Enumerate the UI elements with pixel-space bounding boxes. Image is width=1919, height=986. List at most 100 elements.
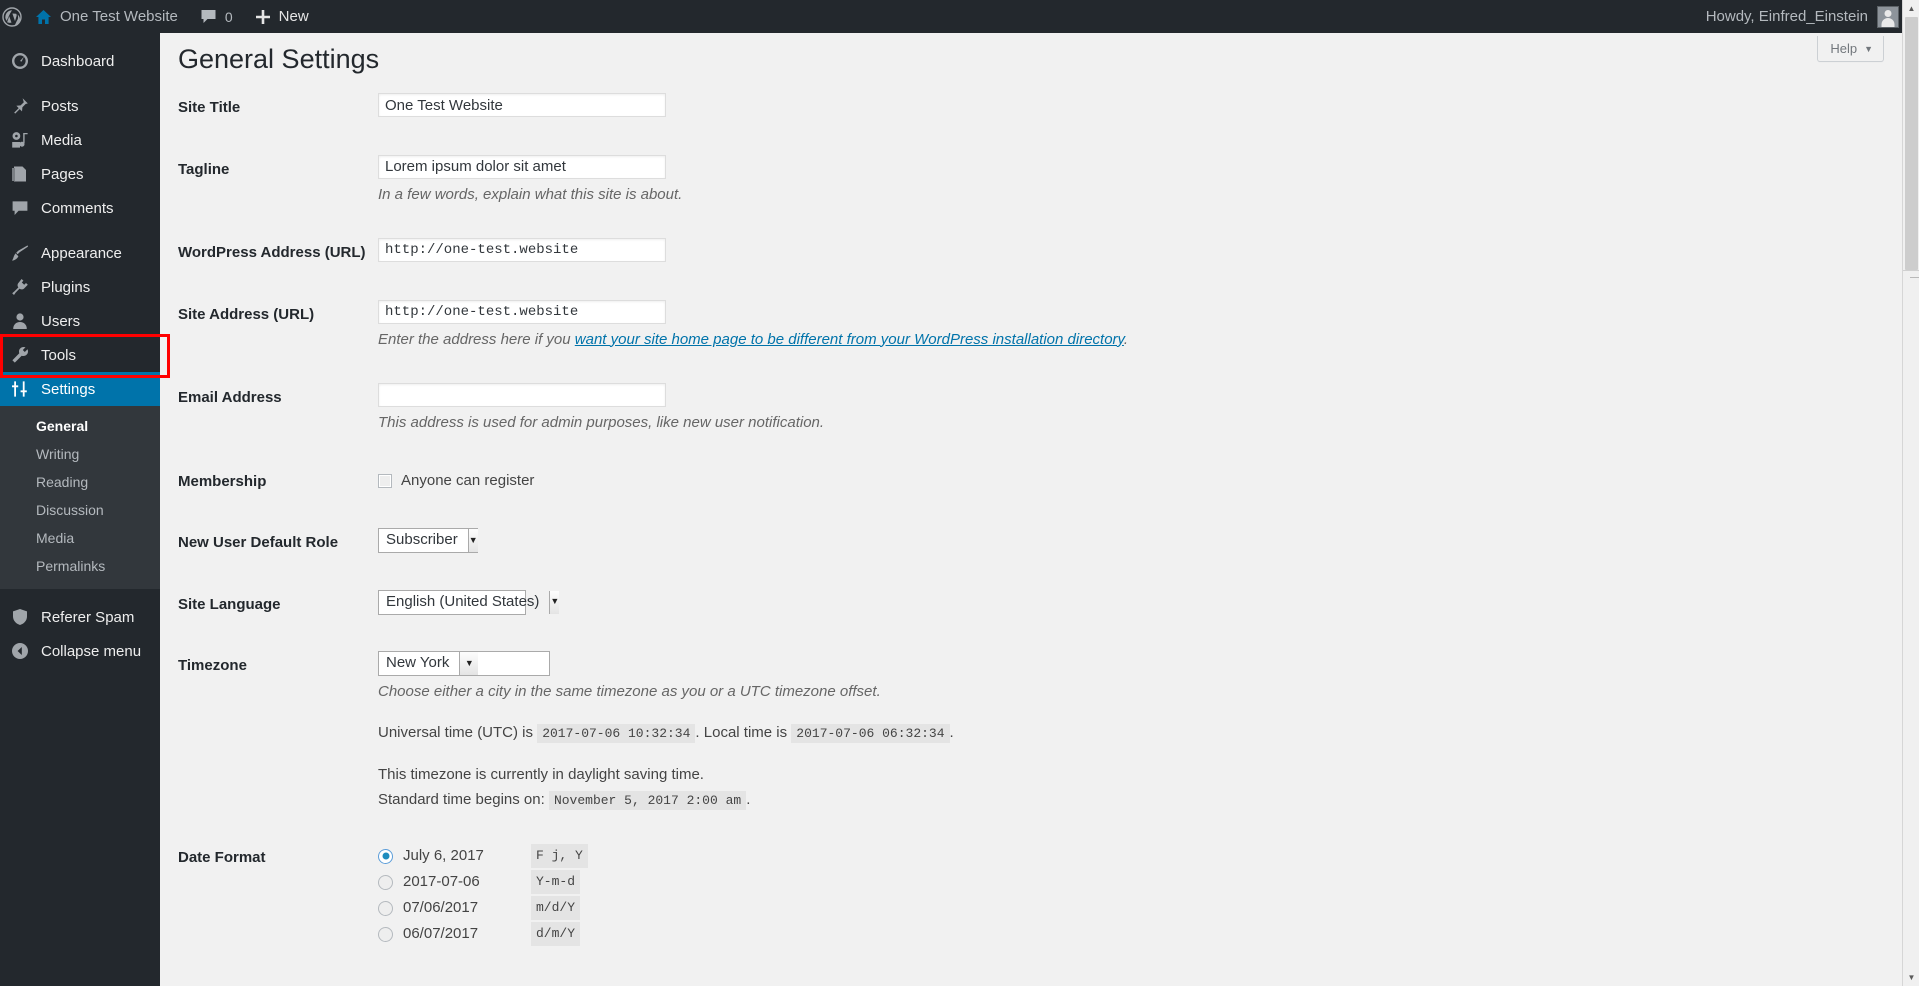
date-format-radio-1[interactable] — [378, 875, 393, 890]
scroll-up-arrow-icon[interactable]: ▲ — [1903, 0, 1919, 17]
user-icon — [10, 311, 30, 331]
date-format-option: 2017-07-06 Y-m-d — [378, 869, 1268, 895]
sidebar-item-media[interactable]: Media — [0, 123, 160, 157]
date-format-example-0: July 6, 2017 — [403, 845, 521, 868]
comments-count: 0 — [225, 9, 233, 25]
anyone-can-register-checkbox[interactable] — [378, 474, 392, 488]
scroll-down-arrow-icon[interactable]: ▼ — [1903, 969, 1919, 986]
site-title-label: Site Title — [178, 77, 378, 139]
sidebar-label: Dashboard — [41, 54, 114, 69]
sidebar-label: Tools — [41, 348, 76, 363]
row-site-language: Site Language English (United States) ▼ — [178, 574, 1278, 636]
date-format-radio-3[interactable] — [378, 927, 393, 942]
chevron-down-icon: ▼ — [1864, 44, 1873, 54]
site-language-label: Site Language — [178, 574, 378, 636]
utc-prefix: Universal time (UTC) is — [378, 724, 533, 741]
email-address-input[interactable] — [378, 383, 666, 407]
date-format-radio-2[interactable] — [378, 901, 393, 916]
sidebar-label: Users — [41, 314, 80, 329]
sidebar-label: Comments — [41, 201, 114, 216]
new-user-default-role-label: New User Default Role — [178, 512, 378, 574]
date-format-radio-0[interactable] — [378, 849, 393, 864]
chevron-down-icon: ▼ — [459, 652, 478, 675]
avatar[interactable] — [1877, 6, 1899, 28]
page-icon — [10, 164, 30, 184]
wordpress-address-input[interactable] — [378, 238, 666, 262]
sidebar-item-media-settings[interactable]: Media — [0, 524, 160, 552]
sidebar-label: Settings — [41, 382, 95, 397]
timezone-label: Timezone — [178, 635, 378, 827]
tagline-description: In a few words, explain what this site i… — [378, 184, 1268, 207]
general-settings-form: Site Title Tagline In a few words, expla… — [160, 77, 1906, 963]
site-address-label: Site Address (URL) — [178, 284, 378, 368]
anyone-can-register-label: Anyone can register — [401, 470, 534, 493]
new-user-default-role-value: Subscriber — [379, 529, 468, 552]
sidebar-label: Plugins — [41, 280, 90, 295]
date-format-option: 07/06/2017 m/d/Y — [378, 895, 1268, 921]
sidebar-item-reading[interactable]: Reading — [0, 468, 160, 496]
row-timezone: Timezone New York ▼ Choose either a city… — [178, 635, 1278, 827]
sidebar-item-posts[interactable]: Posts — [0, 89, 160, 123]
date-format-option: July 6, 2017 F j, Y — [378, 843, 1268, 869]
sidebar-item-comments[interactable]: Comments — [0, 191, 160, 225]
site-title-input[interactable] — [378, 93, 666, 117]
date-format-option: 06/07/2017 d/m/Y — [378, 921, 1268, 947]
email-address-description: This address is used for admin purposes,… — [378, 412, 1268, 435]
menu-spacer — [0, 589, 160, 600]
sidebar-item-general[interactable]: General — [0, 412, 160, 440]
membership-check-row: Anyone can register — [378, 467, 1268, 493]
standard-prefix: Standard time begins on: — [378, 791, 545, 808]
row-membership: Membership Anyone can register — [178, 451, 1278, 513]
site-name-menu[interactable]: One Test Website — [24, 0, 189, 33]
comments-menu[interactable]: 0 — [189, 0, 244, 33]
date-format-example-1: 2017-07-06 — [403, 871, 521, 894]
new-user-default-role-select[interactable]: Subscriber ▼ — [378, 528, 478, 553]
sidebar-item-discussion[interactable]: Discussion — [0, 496, 160, 524]
wordpress-logo-icon — [2, 7, 22, 27]
sidebar-item-referer-spam[interactable]: Referer Spam — [0, 600, 160, 634]
collapse-menu-label: Collapse menu — [41, 644, 141, 659]
sidebar-item-users[interactable]: Users — [0, 304, 160, 338]
sidebar-label: Pages — [41, 167, 84, 182]
admin-bar: One Test Website 0 New Howdy, Einfred_Ei… — [0, 0, 1919, 33]
tagline-input[interactable] — [378, 155, 666, 179]
sidebar-item-permalinks[interactable]: Permalinks — [0, 552, 160, 580]
collapse-arrow-icon — [10, 641, 30, 661]
timezone-select[interactable]: New York ▼ — [378, 651, 550, 676]
site-address-input[interactable] — [378, 300, 666, 324]
settings-sliders-icon — [10, 379, 30, 399]
timezone-description: Choose either a city in the same timezon… — [378, 681, 1268, 704]
new-content-menu[interactable]: New — [244, 0, 320, 33]
sidebar-item-settings[interactable]: Settings — [0, 372, 160, 406]
site-name-label: One Test Website — [60, 8, 178, 25]
wrench-icon — [10, 345, 30, 365]
date-format-code-3: d/m/Y — [531, 922, 580, 946]
row-date-format: Date Format July 6, 2017 F j, Y 2017-07-… — [178, 827, 1278, 963]
row-tagline: Tagline In a few words, explain what thi… — [178, 139, 1278, 223]
dashboard-icon — [10, 51, 30, 71]
help-button[interactable]: Help ▼ — [1817, 36, 1884, 62]
howdy-label[interactable]: Howdy, Einfred_Einstein — [1706, 8, 1868, 25]
settings-submenu: General Writing Reading Discussion Media… — [0, 406, 160, 589]
sidebar-item-appearance[interactable]: Appearance — [0, 236, 160, 270]
site-language-select[interactable]: English (United States) ▼ — [378, 590, 526, 615]
row-email-address: Email Address This address is used for a… — [178, 367, 1278, 451]
comment-bubble-icon — [200, 9, 217, 24]
sidebar-item-tools[interactable]: Tools — [0, 338, 160, 372]
new-label: New — [279, 8, 309, 25]
collapse-menu-button[interactable]: Collapse menu — [0, 634, 160, 668]
wordpress-logo-menu[interactable] — [0, 0, 24, 33]
date-format-code-2: m/d/Y — [531, 896, 580, 920]
page-scrollbar[interactable]: ▲ ▼ — [1902, 0, 1919, 986]
sidebar-item-dashboard[interactable]: Dashboard — [0, 44, 160, 78]
sidebar-item-plugins[interactable]: Plugins — [0, 270, 160, 304]
installation-directory-link[interactable]: want your site home page to be different… — [575, 331, 1124, 348]
sidebar-label: Appearance — [41, 246, 122, 261]
sidebar-item-pages[interactable]: Pages — [0, 157, 160, 191]
email-address-label: Email Address — [178, 367, 378, 451]
scrollbar-thumb[interactable] — [1905, 17, 1918, 270]
help-tab-wrap: Help ▼ — [1817, 36, 1884, 62]
wordpress-address-label: WordPress Address (URL) — [178, 222, 378, 284]
sidebar-label: Referer Spam — [41, 610, 134, 625]
sidebar-item-writing[interactable]: Writing — [0, 440, 160, 468]
